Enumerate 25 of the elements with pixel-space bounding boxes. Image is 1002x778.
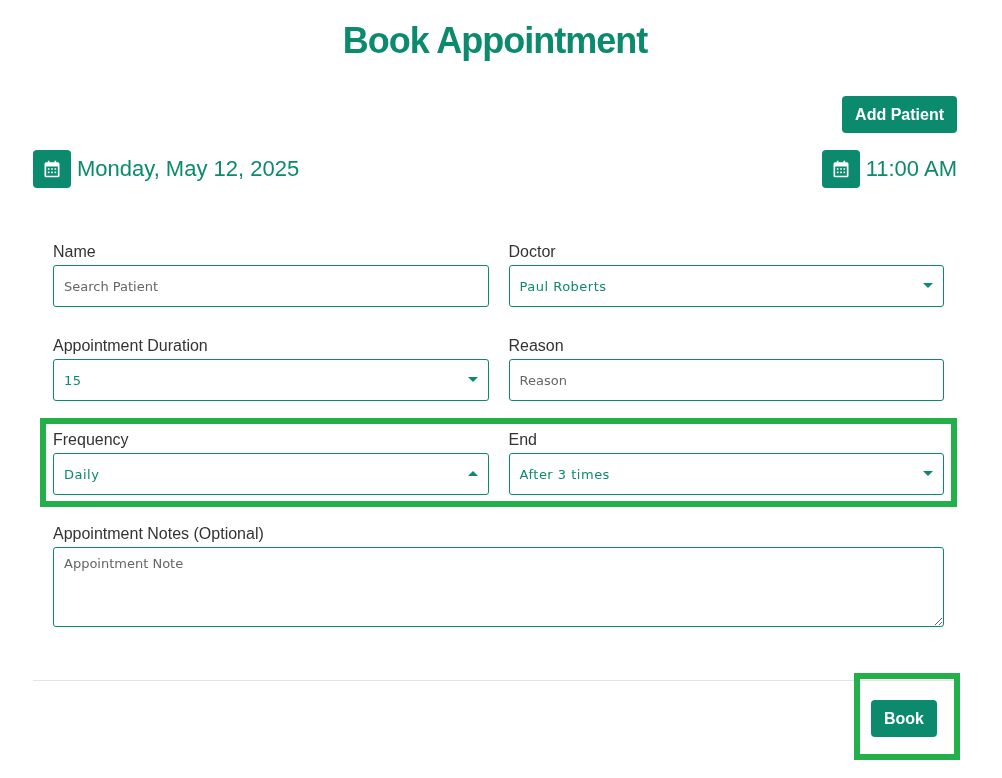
add-patient-button[interactable]: Add Patient xyxy=(842,96,957,133)
caret-up-icon xyxy=(467,471,478,477)
calendar-icon[interactable] xyxy=(33,150,71,188)
text-input-field[interactable]: Reason xyxy=(508,359,944,401)
caret-down-icon xyxy=(923,283,933,289)
text-input-field[interactable]: Search Patient xyxy=(53,265,489,307)
field-label: End xyxy=(508,431,538,449)
dropdown-field[interactable]: After 3 times xyxy=(508,453,944,495)
caret-down-icon xyxy=(467,377,478,383)
field-label: Reason xyxy=(508,337,565,355)
time-text: 11:00 AM xyxy=(865,156,957,182)
field-label: Name xyxy=(53,243,97,261)
dropdown-field[interactable]: Paul Roberts xyxy=(508,265,944,307)
caret-down-icon xyxy=(923,471,933,477)
field-label: Appointment Duration xyxy=(53,337,209,355)
field-label: Doctor xyxy=(508,243,557,261)
dropdown-field[interactable]: 15 xyxy=(53,359,489,401)
field-label: Appointment Notes (Optional) xyxy=(53,525,265,543)
calendar-icon[interactable] xyxy=(821,150,860,188)
notes-textarea[interactable]: Appointment Note xyxy=(53,547,944,627)
date-text: Monday, May 12, 2025 xyxy=(77,156,300,182)
page-title: Book Appointment xyxy=(341,19,649,63)
book-button[interactable]: Book xyxy=(871,700,937,737)
dropdown-field[interactable]: Daily xyxy=(53,453,489,495)
field-label: Frequency xyxy=(53,431,130,449)
